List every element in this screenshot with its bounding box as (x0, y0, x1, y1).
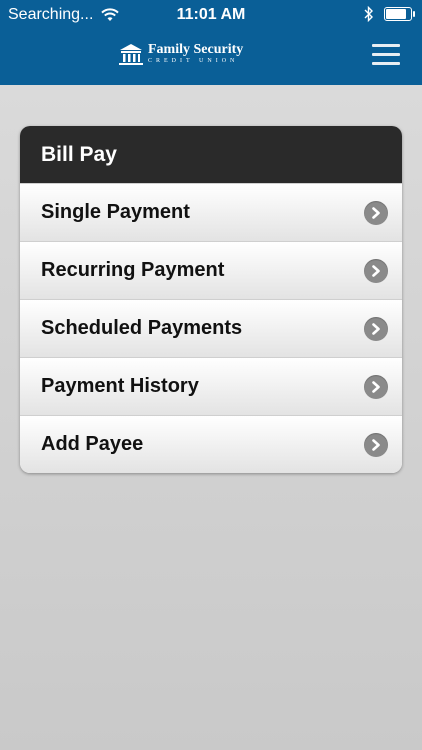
menu-item-label: Recurring Payment (41, 259, 225, 281)
status-bar: Searching... 11:01 AM (0, 0, 422, 30)
chevron-right-icon (364, 316, 388, 341)
bluetooth-icon (364, 6, 373, 22)
bank-building-icon (119, 44, 143, 65)
hamburger-icon[interactable] (372, 44, 400, 66)
chevron-right-icon (364, 374, 388, 399)
menu-item-label: Single Payment (41, 201, 190, 223)
brand-logo: Family Security CREDIT UNION (118, 42, 243, 66)
clock: 11:01 AM (176, 6, 246, 23)
brand-name: Family Security (148, 42, 244, 57)
menu-item-add-payee[interactable]: Add Payee (20, 415, 402, 473)
status-right (364, 6, 415, 22)
menu-item-label: Scheduled Payments (41, 317, 243, 339)
brand-subtitle: CREDIT UNION (148, 58, 239, 64)
menu-item-label: Add Payee (41, 433, 144, 455)
menu-item-single-payment[interactable]: Single Payment (20, 183, 402, 241)
chevron-right-icon (364, 200, 388, 225)
card-title: Bill Pay (20, 126, 402, 183)
menu-line (372, 44, 400, 47)
chevron-right-icon (364, 258, 388, 283)
menu-item-label: Payment History (41, 375, 199, 397)
battery-fill (386, 9, 406, 19)
menu-line (372, 53, 400, 56)
battery-icon (384, 7, 415, 21)
menu-line (372, 62, 400, 65)
menu-item-payment-history[interactable]: Payment History (20, 357, 402, 415)
app-header: Searching... 11:01 AM Family Security CR… (0, 0, 422, 85)
menu-item-recurring-payment[interactable]: Recurring Payment (20, 241, 402, 299)
bill-pay-card: Bill Pay Single Payment Recurring Paymen… (20, 126, 402, 473)
menu-item-scheduled-payments[interactable]: Scheduled Payments (20, 299, 402, 357)
chevron-right-icon (364, 432, 388, 457)
